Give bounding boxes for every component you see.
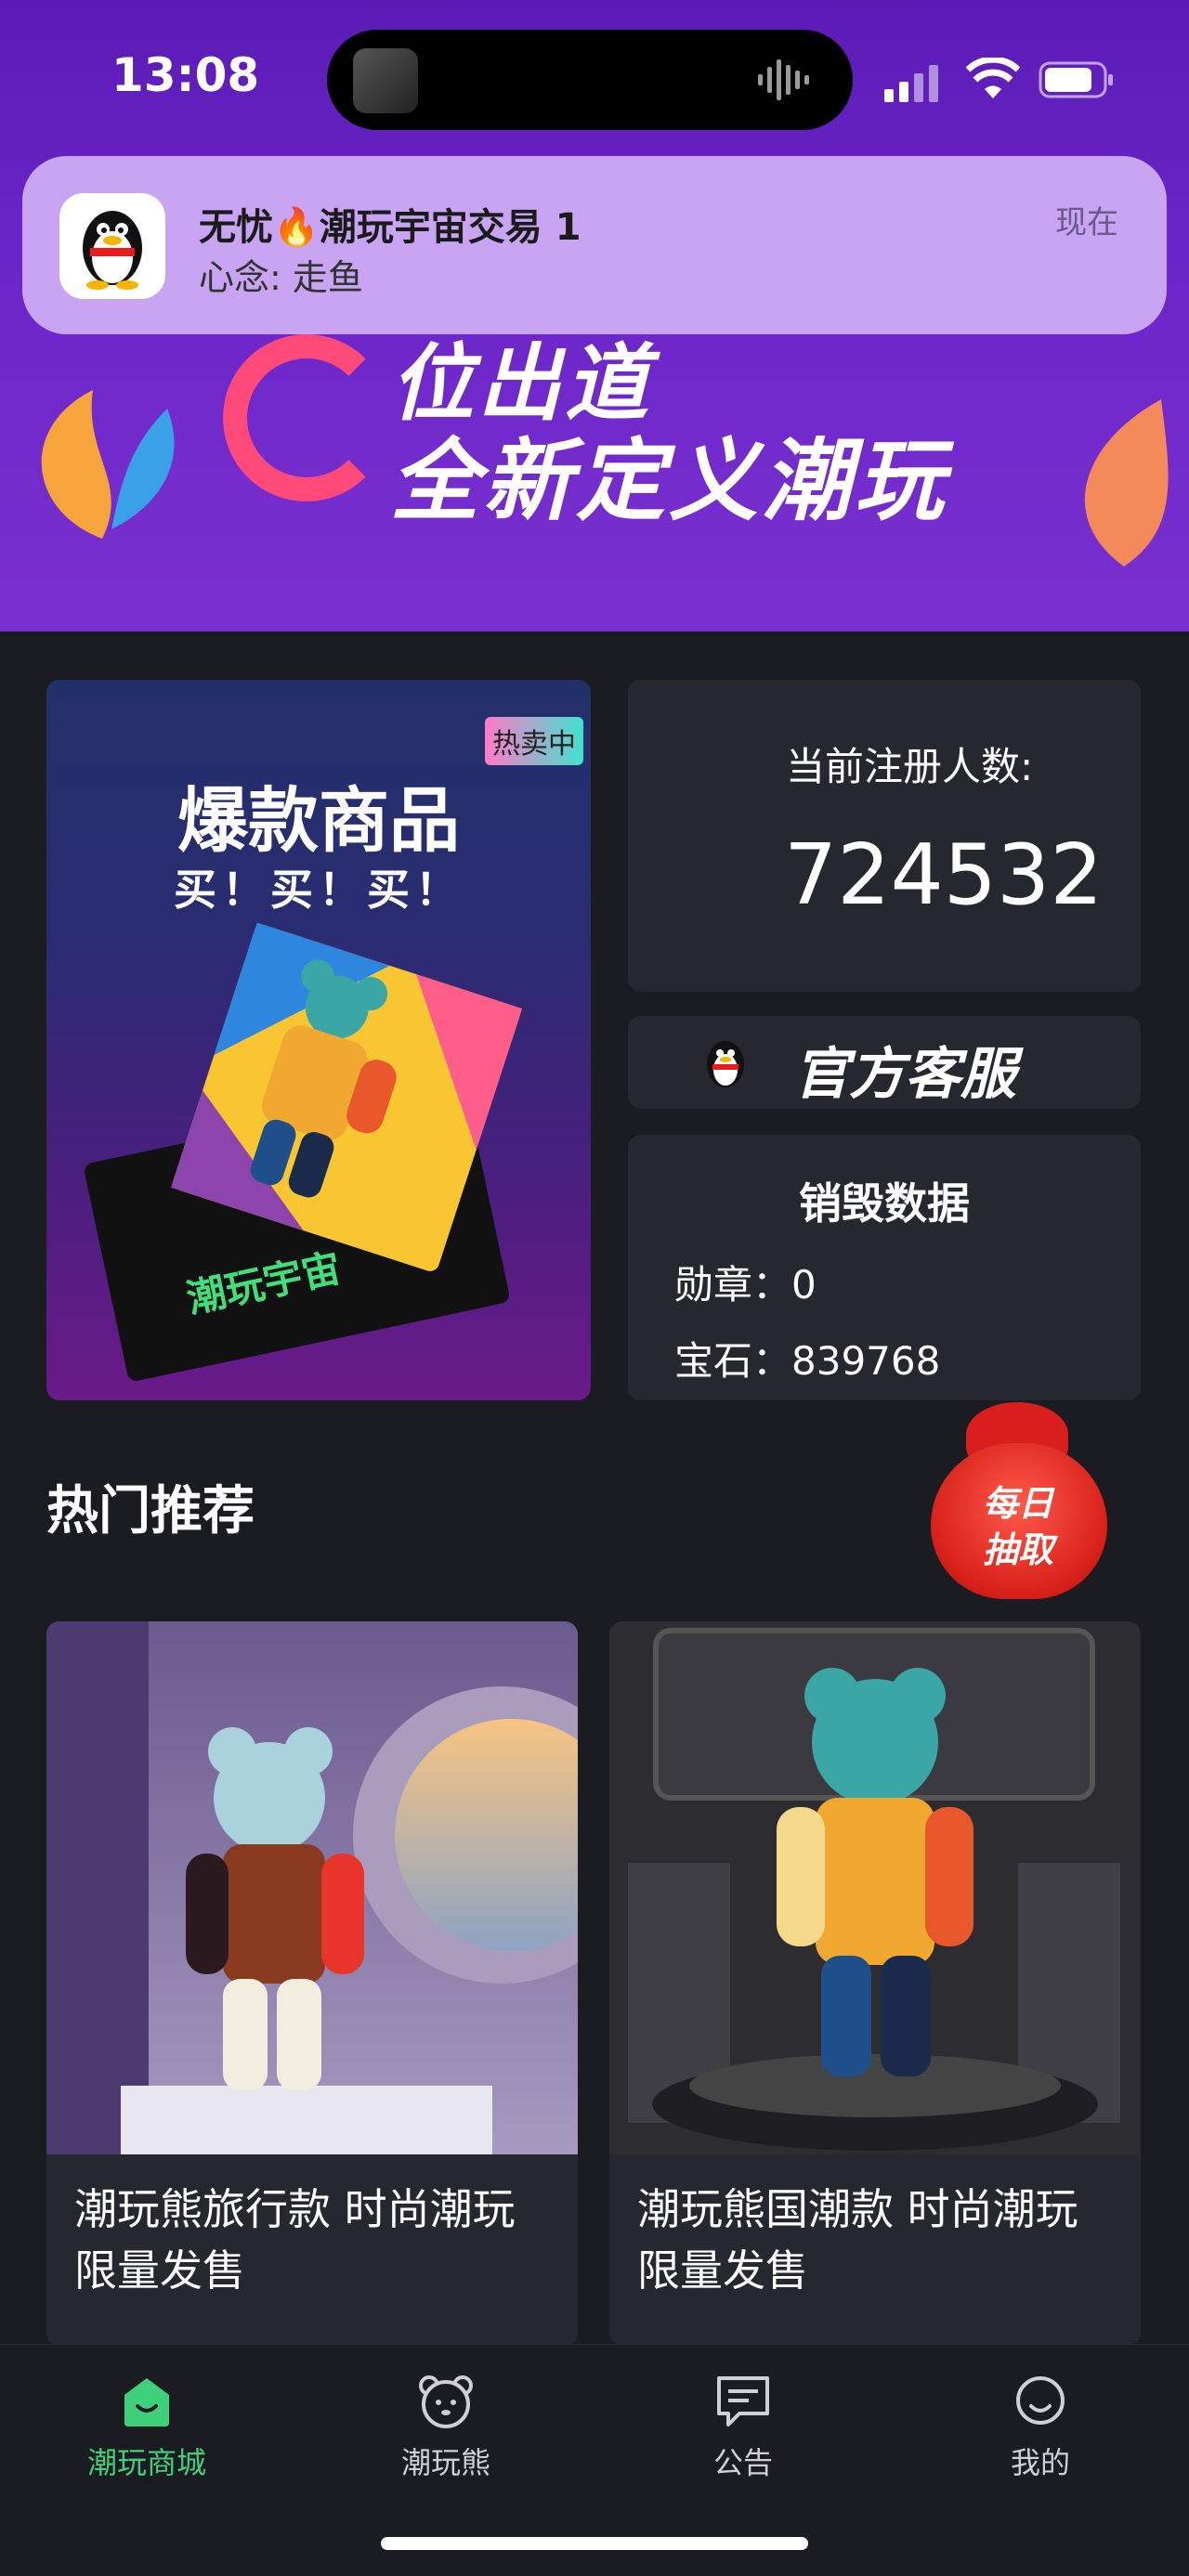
qq-penguin-icon	[707, 1041, 744, 1087]
product-card[interactable]: 潮玩熊旅行款 时尚潮玩 限量发售	[46, 1621, 578, 2346]
lottery-label-line2: 抽取	[982, 1529, 1053, 1570]
leaf-decoration-right	[1084, 399, 1169, 566]
bear-icon	[419, 2375, 473, 2428]
product-card[interactable]: 潮玩熊国潮款 时尚潮玩 限量发售	[609, 1621, 1141, 2346]
store-icon	[124, 2378, 169, 2426]
product-name: 潮玩熊国潮款 时尚潮玩 限量发售	[637, 2184, 1078, 2296]
customer-service-button[interactable]: 官方客服	[628, 1016, 1141, 1109]
tab-bear[interactable]: 潮玩熊	[353, 2371, 539, 2482]
medal-label: 勋章：	[674, 1262, 792, 1308]
leaf-decoration-left	[41, 390, 175, 539]
tab-profile[interactable]: 我的	[947, 2371, 1133, 2482]
lottery-label: 每日 抽取	[925, 1480, 1111, 1573]
registered-users-label: 当前注册人数:	[786, 744, 1034, 789]
qq-penguin-icon	[59, 193, 165, 299]
wifi-icon	[966, 58, 1020, 98]
battery-icon	[1039, 61, 1113, 98]
gem-label: 宝石：	[674, 1338, 792, 1384]
medal-row: 勋章：0	[674, 1254, 817, 1310]
product-image	[609, 1621, 1141, 2154]
registered-users-count: 724532	[784, 826, 1104, 924]
tab-store[interactable]: 潮玩商城	[54, 2371, 240, 2482]
audio-wave-icon	[758, 59, 809, 100]
tab-announcements[interactable]: 公告	[650, 2371, 836, 2482]
section-title: 热门推荐	[46, 1481, 255, 1542]
tab-announcements-label: 公告	[712, 2445, 773, 2480]
message-icon	[717, 2376, 769, 2426]
status-bar: 13:08	[0, 0, 1189, 158]
notification-time: 现在	[1055, 204, 1118, 241]
medal-value: 0	[791, 1262, 817, 1308]
notification-title: 无忧🔥潮玩宇宙交易 1	[199, 206, 581, 249]
smiley-icon	[1016, 2376, 1065, 2425]
tab-bear-label: 潮玩熊	[400, 2445, 490, 2480]
lottery-label-line1: 每日	[982, 1483, 1053, 1524]
banner-line-2: 全新定义潮玩	[390, 429, 947, 533]
promo-headline: 爆款商品	[177, 779, 460, 862]
burn-data-title: 销毁数据	[799, 1178, 970, 1229]
brand-c-mark	[223, 334, 390, 501]
product-name: 潮玩熊旅行款 时尚潮玩 限量发售	[74, 2184, 516, 2296]
notification-banner[interactable]: 无忧🔥潮玩宇宙交易 1 心念: 走鱼 现在	[22, 156, 1167, 334]
tab-profile-label: 我的	[1010, 2445, 1070, 2480]
notification-body: 心念: 走鱼	[199, 257, 363, 298]
now-playing-thumbnail	[353, 48, 418, 113]
hot-selling-badge: 热卖中	[485, 717, 583, 765]
dynamic-island[interactable]	[327, 30, 853, 130]
status-time: 13:08	[111, 48, 260, 102]
tab-store-label: 潮玩商城	[86, 2445, 206, 2480]
gem-row: 宝石：839768	[674, 1330, 940, 1386]
daily-lottery-button[interactable]: 每日 抽取	[925, 1397, 1111, 1599]
customer-service-label: 官方客服	[793, 1042, 1016, 1107]
gem-value: 839768	[791, 1338, 941, 1384]
blind-box-illustration: 潮玩宇宙	[85, 922, 523, 1382]
product-image	[46, 1621, 578, 2154]
signal-icon	[884, 65, 938, 102]
hot-products-card[interactable]: 热卖中 爆款商品 买！买！买！ 潮玩宇宙	[46, 680, 591, 1400]
registered-users-card: 当前注册人数: 724532	[628, 680, 1141, 992]
home-indicator[interactable]	[381, 2537, 808, 2550]
burn-data-card: 销毁数据 勋章：0 宝石：839768	[628, 1135, 1141, 1400]
